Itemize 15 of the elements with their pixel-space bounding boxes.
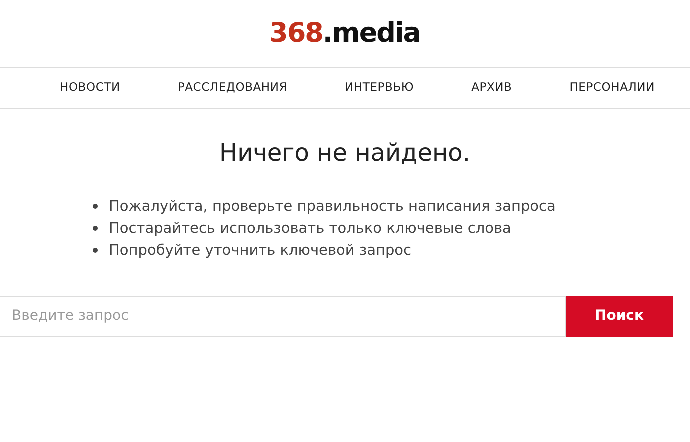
tip-text: Постарайтесь использовать только ключевые слова <box>109 220 512 239</box>
bullet-icon <box>93 248 98 254</box>
search-field[interactable]: Введите запрос <box>0 296 566 337</box>
tip-text: Попробуйте уточнить ключевой запрос <box>109 242 412 261</box>
bullet-icon <box>93 226 98 232</box>
nav-link[interactable]: РАССЛЕДОВАНИЯ <box>178 79 288 97</box>
search-button[interactable]: Поиск <box>566 296 673 337</box>
nav-link[interactable]: ПЕРСОНАЛИИ <box>570 79 655 97</box>
logo[interactable]: 368.media <box>270 20 420 47</box>
nav-link[interactable]: АРХИВ <box>472 79 512 97</box>
tip-text: Пожалуйста, проверьте правильность написания запроса <box>109 198 556 217</box>
nav-link[interactable]: ИНТЕРВЬЮ <box>345 79 414 97</box>
nav-link[interactable]: НОВОСТИ <box>60 79 120 97</box>
page-heading: Ничего не найдено. <box>218 139 472 168</box>
bullet-icon <box>93 204 98 210</box>
